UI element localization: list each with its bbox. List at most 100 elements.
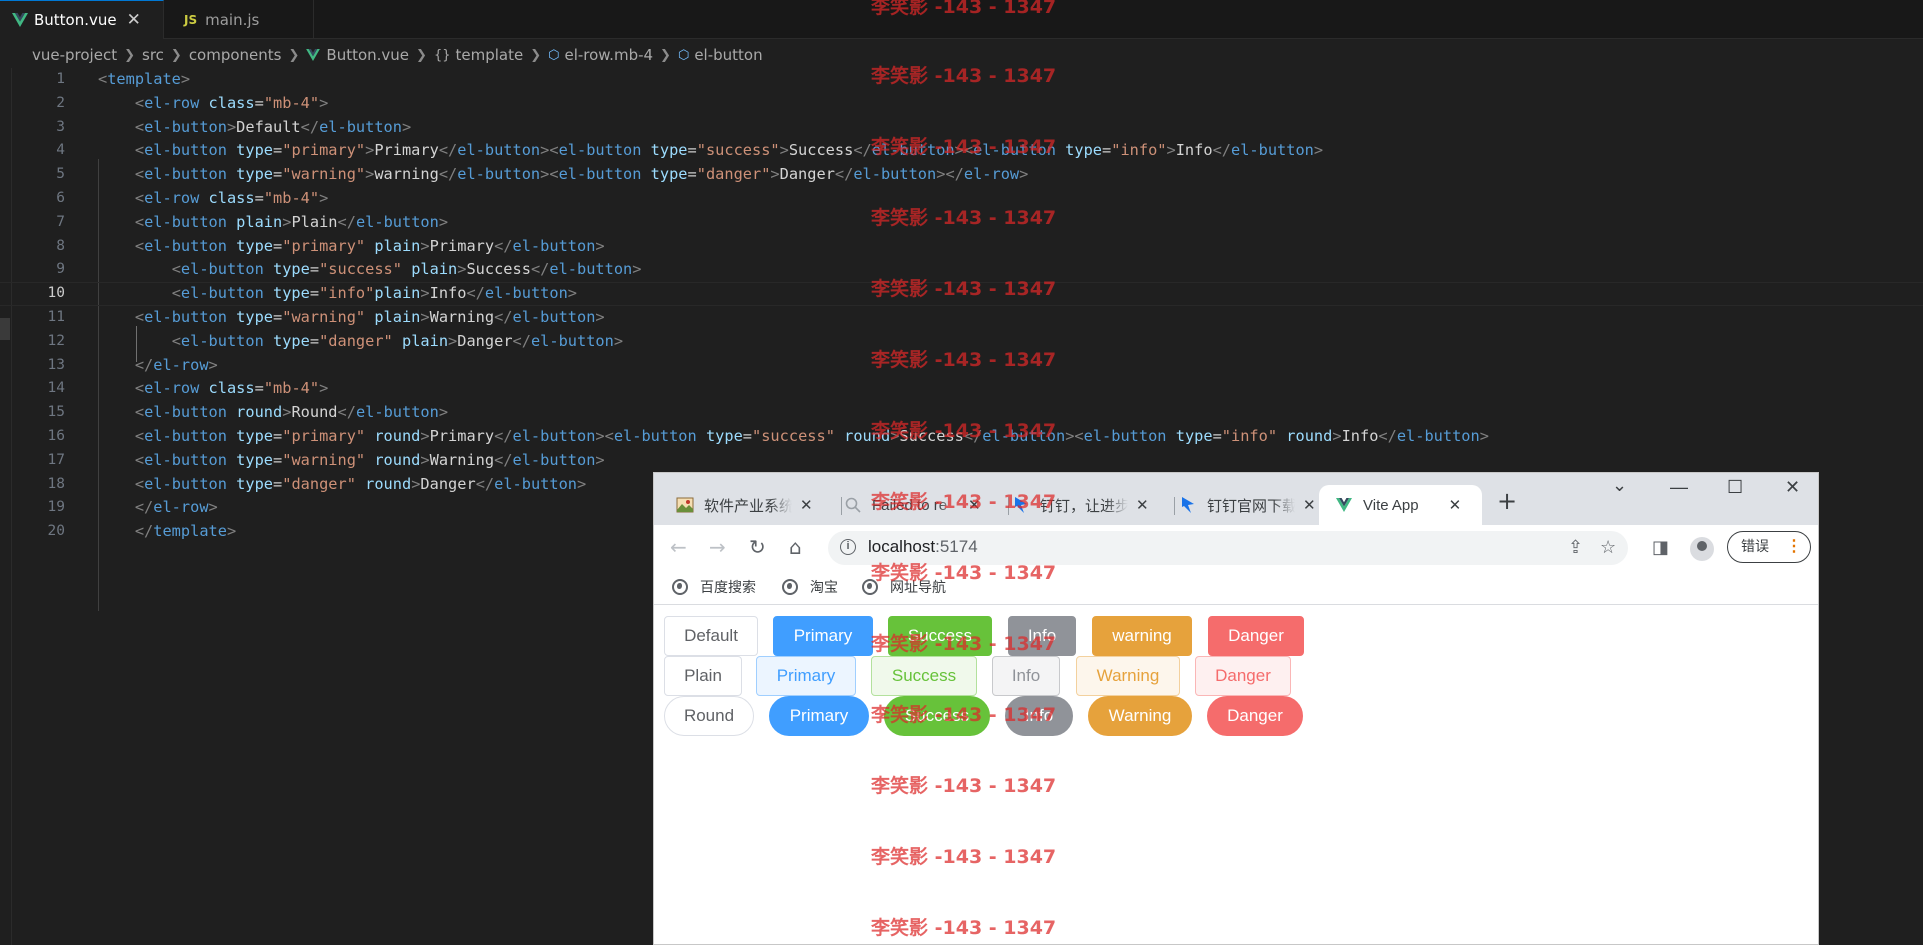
line-number-gutter: 1 2 3 4 5 6 7 8 9 10 11 12 13 14 15 16 17 18 19 20: [0, 68, 95, 544]
info-button[interactable]: Info: [1008, 616, 1076, 656]
vue-icon: [1335, 496, 1353, 514]
danger-round-button[interactable]: Danger: [1207, 696, 1303, 736]
warning-button[interactable]: warning: [1092, 616, 1192, 656]
maximize-button[interactable]: ☐: [1727, 477, 1743, 498]
success-plain-button[interactable]: Success: [871, 656, 977, 696]
bookmark-label: 百度搜索: [700, 579, 756, 595]
bookmark-label: 网址导航: [890, 579, 946, 595]
braces-icon: {}: [433, 47, 451, 63]
line-number: 20: [47, 523, 65, 540]
code-line[interactable]: <el-row class="mb-4">: [98, 92, 1923, 116]
code-line[interactable]: <el-button type="danger" plain>Danger</e…: [98, 330, 1923, 354]
code-line[interactable]: <el-button round>Round</el-button>: [98, 401, 1923, 425]
bookmark-item[interactable]: 淘宝: [782, 577, 838, 597]
breadcrumb-item[interactable]: src: [142, 46, 164, 64]
code-line[interactable]: <el-row class="mb-4">: [98, 187, 1923, 211]
home-button[interactable]: ⌂: [789, 535, 802, 559]
bookmark-item[interactable]: 网址导航: [862, 577, 946, 597]
vue-icon: [12, 13, 28, 27]
code-line[interactable]: <el-button>Default</el-button>: [98, 116, 1923, 140]
line-number: 3: [56, 118, 65, 135]
bookmark-label: 淘宝: [810, 579, 838, 595]
site-info-icon[interactable]: i: [840, 539, 856, 555]
tab-search-dropdown-icon[interactable]: ⌄: [1612, 475, 1627, 496]
code-line[interactable]: <el-button type="warning" plain>Warning<…: [98, 306, 1923, 330]
browser-tab[interactable]: Failed to re ✕: [844, 485, 1004, 525]
new-tab-button[interactable]: +: [1497, 487, 1517, 515]
close-icon[interactable]: ✕: [1303, 496, 1316, 514]
browser-tab-active[interactable]: Vite App ✕: [1319, 485, 1482, 525]
warning-round-button[interactable]: Warning: [1088, 696, 1192, 736]
forward-button[interactable]: →: [709, 535, 726, 559]
line-number: 2: [56, 94, 65, 111]
reload-button[interactable]: ↻: [749, 535, 766, 559]
success-round-button[interactable]: Success: [884, 696, 990, 736]
success-button[interactable]: Success: [888, 616, 992, 656]
danger-button[interactable]: Danger: [1208, 616, 1304, 656]
round-button[interactable]: Round: [664, 696, 754, 736]
primary-round-button[interactable]: Primary: [769, 696, 869, 736]
browser-tab[interactable]: 钉钉官网下载 ✕: [1179, 485, 1339, 525]
breadcrumb-item[interactable]: el-row.mb-4: [564, 46, 653, 64]
primary-plain-button[interactable]: Primary: [756, 656, 856, 696]
chevron-right-icon: ❯: [660, 47, 671, 63]
code-line[interactable]: <template>: [98, 68, 1923, 92]
error-menu-button[interactable]: 错误 ⋮: [1727, 531, 1811, 563]
info-plain-button[interactable]: Info: [992, 656, 1060, 696]
code-line[interactable]: <el-button type="info"plain>Info</el-but…: [0, 282, 1923, 306]
breadcrumb-item[interactable]: el-button: [694, 46, 762, 64]
dingtalk-icon: [1179, 496, 1197, 514]
line-number: 8: [56, 237, 65, 254]
primary-button[interactable]: Primary: [773, 616, 873, 656]
editor-tab-main-js[interactable]: JS main.js: [164, 0, 314, 39]
share-icon[interactable]: ⇪: [1568, 537, 1583, 558]
js-icon: JS: [184, 12, 198, 27]
breadcrumb-item[interactable]: vue-project: [32, 46, 117, 64]
bookmark-item[interactable]: 百度搜索: [672, 577, 756, 597]
globe-icon: [672, 579, 688, 595]
error-label: 错误: [1741, 538, 1769, 554]
code-line[interactable]: <el-button type="warning">warning</el-bu…: [98, 163, 1923, 187]
breadcrumb-item[interactable]: components: [189, 46, 282, 64]
code-line[interactable]: <el-button type="warning" round>Warning<…: [98, 449, 1923, 473]
code-line[interactable]: </el-row>: [98, 354, 1923, 378]
url-host: localhost: [868, 537, 936, 556]
code-line[interactable]: <el-button type="primary" round>Primary<…: [98, 425, 1923, 449]
code-line[interactable]: <el-row class="mb-4">: [98, 377, 1923, 401]
browser-tab[interactable]: 软件产业系统 ✕: [676, 485, 836, 525]
minimize-button[interactable]: —: [1670, 477, 1688, 498]
back-button[interactable]: ←: [670, 535, 687, 559]
code-line[interactable]: <el-button type="primary">Primary</el-bu…: [98, 139, 1923, 163]
side-panel-icon[interactable]: ◨: [1652, 537, 1669, 558]
breadcrumb-item[interactable]: template: [455, 46, 523, 64]
bookmarks-bar: 百度搜索 淘宝 网址导航: [654, 569, 1818, 605]
warning-plain-button[interactable]: Warning: [1076, 656, 1180, 696]
code-line[interactable]: <el-button type="success" plain>Success<…: [98, 258, 1923, 282]
close-icon[interactable]: ✕: [127, 10, 141, 30]
info-round-button[interactable]: Info: [1005, 696, 1073, 736]
line-number: 14: [47, 380, 65, 397]
line-number: 1: [56, 71, 65, 87]
window-close-button[interactable]: ✕: [1785, 477, 1800, 498]
plain-button[interactable]: Plain: [664, 656, 742, 696]
browser-tab-title: Failed to re: [872, 496, 948, 514]
profile-avatar[interactable]: [1690, 537, 1714, 561]
bookmark-star-icon[interactable]: ☆: [1600, 537, 1616, 558]
close-icon[interactable]: ✕: [968, 496, 981, 514]
close-icon[interactable]: ✕: [1449, 496, 1462, 514]
breadcrumb-item[interactable]: Button.vue: [326, 46, 409, 64]
close-icon[interactable]: ✕: [800, 496, 813, 514]
menu-dots-icon: ⋮: [1786, 538, 1802, 555]
browser-tab-title: Vite App: [1363, 496, 1419, 514]
danger-plain-button[interactable]: Danger: [1195, 656, 1291, 696]
address-url[interactable]: localhost:5174: [868, 537, 978, 557]
close-icon[interactable]: ✕: [1136, 496, 1149, 514]
address-bar[interactable]: i localhost:5174 ⇪ ☆: [828, 531, 1628, 565]
line-number: 5: [56, 166, 65, 183]
code-line[interactable]: <el-button type="primary" plain>Primary<…: [98, 235, 1923, 259]
editor-tab-button-vue[interactable]: Button.vue ✕: [0, 0, 164, 39]
code-line[interactable]: <el-button plain>Plain</el-button>: [98, 211, 1923, 235]
browser-tab[interactable]: 钉钉，让进步 ✕: [1012, 485, 1172, 525]
line-number: 16: [47, 427, 65, 444]
default-button[interactable]: Default: [664, 616, 758, 656]
